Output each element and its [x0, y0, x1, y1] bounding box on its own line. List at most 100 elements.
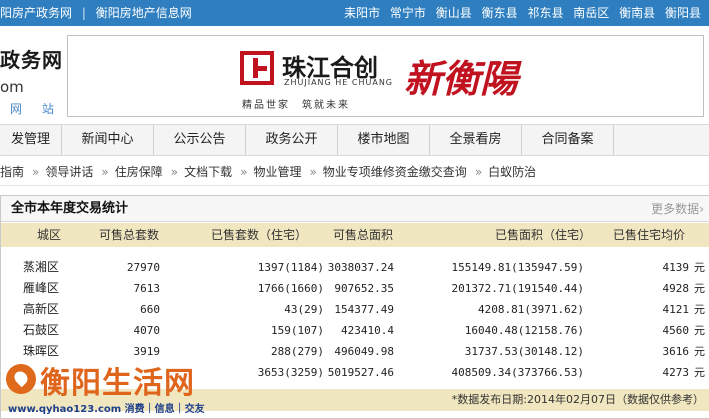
sub-link-maintenance-fund[interactable]: 物业专项维修资金缴交查询 — [323, 165, 467, 179]
nav-item-contract-filing[interactable]: 合同备案 — [522, 125, 614, 155]
county-link[interactable]: 衡山县 — [436, 6, 472, 20]
location-pin-icon — [6, 364, 36, 394]
table-row: 石鼓区 4070 159(107) 423410.4 16040.48(1215… — [1, 320, 709, 341]
cell-available-area: 907652.35 — [334, 282, 394, 295]
sub-links: 指南 » 领导讲话 » 住房保障 » 文档下载 » 物业管理 » 物业专项维修资金缴交查询 » 白蚁防治 — [0, 158, 709, 186]
cell-sold-area: 155149.81(135947.59) — [451, 261, 584, 274]
county-link[interactable]: 耒阳市 — [344, 6, 380, 20]
nav-item-gov-affairs[interactable]: 政务公开 — [246, 125, 338, 155]
cell-district: 雁峰区 — [23, 281, 60, 295]
watermark-name: 衡阳生活网 — [40, 366, 195, 401]
cell-district: 高新区 — [23, 302, 60, 316]
cell-available-area: 423410.4 — [341, 324, 394, 337]
col-sold-area: 已售面积（住宅） — [495, 228, 592, 242]
brand-logo-icon — [240, 51, 274, 85]
cell-sold-area: 201372.71(191540.44) — [451, 282, 584, 295]
nav-item-panorama[interactable]: 全景看房 — [430, 125, 522, 155]
cell-sold-units: 43(29) — [284, 303, 324, 316]
banner-slogan: 精品世家 筑就未来 — [242, 100, 350, 111]
county-link[interactable]: 祁东县 — [527, 6, 563, 20]
cell-sold-units: 1766(1660) — [257, 282, 324, 295]
banner-brand-pinyin: ZHUJIANG HE CHUANG — [284, 78, 393, 87]
county-link[interactable]: 衡阳县 — [665, 6, 701, 20]
cell-sold-units: 159(107) — [271, 324, 324, 337]
site-logo-tag: 网站 — [10, 102, 75, 116]
cell-available-units: 4070 — [133, 324, 161, 337]
sub-link-guide[interactable]: 指南 — [0, 165, 24, 179]
site-watermark: 衡阳生活网 www.qyhao123.com 消费｜信息｜交友 — [0, 348, 205, 419]
stats-title: 全市本年度交易统计 — [11, 201, 129, 216]
sub-arrow: » — [32, 165, 40, 179]
top-link-info[interactable]: 衡阳房地产信息网 — [96, 6, 192, 20]
top-link-gov[interactable]: 阳房产政务网 — [0, 6, 72, 20]
county-link[interactable]: 南岳区 — [573, 6, 609, 20]
site-logo[interactable]: 政务网 — [0, 44, 63, 73]
sub-arrow: » — [474, 165, 483, 179]
cell-unit: 元 — [694, 366, 705, 379]
cell-available-area: 154377.49 — [334, 303, 394, 316]
cell-available-area: 496049.98 — [334, 345, 394, 358]
more-data-label: 更多数据 — [651, 202, 700, 216]
nav-item-market-map[interactable]: 楼市地图 — [338, 125, 430, 155]
cell-unit: 元 — [694, 324, 705, 337]
col-district: 城区 — [37, 228, 62, 242]
cell-unit: 元 — [694, 303, 705, 316]
cell-avg-price: 3616 — [662, 345, 690, 358]
table-row: 高新区 660 43(29) 154377.49 4208.81(3971.62… — [1, 299, 709, 320]
cell-available-area: 3038037.24 — [327, 261, 394, 274]
sub-link-speeches[interactable]: 领导讲话 — [45, 165, 93, 179]
cell-district: 石鼓区 — [23, 323, 60, 337]
site-header: 政务网 om 网站 珠江合创 ZHUJIANG HE CHUANG 精品世家 筑… — [0, 26, 709, 124]
county-link[interactable]: 常宁市 — [390, 6, 426, 20]
banner-calligraphy: 新衡陽 — [404, 56, 519, 101]
sub-link-housing[interactable]: 住房保障 — [115, 165, 163, 179]
cell-available-units: 7613 — [133, 282, 161, 295]
col-avg-price: 已售住宅均价 — [613, 228, 686, 242]
cell-unit: 元 — [694, 282, 705, 295]
chevron-right-icon: › — [699, 202, 704, 216]
county-link[interactable]: 衡东县 — [482, 6, 518, 20]
top-links: 阳房产政务网 | 衡阳房地产信息网 — [0, 0, 198, 26]
cell-district: 蒸湘区 — [23, 260, 60, 274]
sub-link-downloads[interactable]: 文档下载 — [184, 165, 232, 179]
cell-sold-area: 16040.48(12158.76) — [464, 324, 584, 337]
table-row: 雁峰区 7613 1766(1660) 907652.35 201372.71(… — [1, 278, 709, 299]
watermark-url: www.qyhao123.com 消费｜信息｜交友 — [8, 404, 205, 415]
sub-link-termite[interactable]: 白蚁防治 — [488, 165, 536, 179]
ad-banner[interactable]: 珠江合创 ZHUJIANG HE CHUANG 精品世家 筑就未来 新衡陽 — [67, 35, 704, 117]
cell-sold-area: 4208.81(3971.62) — [478, 303, 584, 316]
table-row: 蒸湘区 27970 1397(1184) 3038037.24 155149.8… — [1, 257, 709, 278]
col-available-units: 可售总套数 — [99, 228, 160, 242]
cell-sold-units: 3653(3259) — [257, 366, 324, 379]
stats-panel-header: 全市本年度交易统计 更多数据› — [1, 196, 709, 222]
cell-avg-price: 4121 — [662, 303, 690, 316]
cell-avg-price: 4139 — [662, 261, 690, 274]
cell-avg-price: 4928 — [662, 282, 690, 295]
county-links: 耒阳市 常宁市 衡山县 衡东县 祁东县 南岳区 衡南县 衡阳县 — [338, 0, 701, 26]
nav-item-development[interactable]: 发管理 — [0, 125, 62, 155]
top-bar: 阳房产政务网 | 衡阳房地产信息网 耒阳市 常宁市 衡山县 衡东县 祁东县 南岳… — [0, 0, 709, 26]
table-header: 城区 可售总套数 已售套数（住宅） 可售总面积 已售面积（住宅） 已售住宅均价 — [1, 223, 709, 247]
main-nav: 发管理 新闻中心 公示公告 政务公开 楼市地图 全景看房 合同备案 — [0, 124, 709, 156]
cell-available-units: 660 — [140, 303, 160, 316]
cell-sold-units: 1397(1184) — [257, 261, 324, 274]
nav-item-news[interactable]: 新闻中心 — [62, 125, 154, 155]
nav-item-announcements[interactable]: 公示公告 — [154, 125, 246, 155]
cell-sold-area: 408509.34(373766.53) — [451, 366, 584, 379]
sub-arrow: » — [170, 165, 179, 179]
cell-available-units: 27970 — [126, 261, 160, 274]
county-link[interactable]: 衡南县 — [619, 6, 655, 20]
more-data-link[interactable]: 更多数据› — [651, 196, 704, 222]
sub-link-property[interactable]: 物业管理 — [253, 165, 301, 179]
cell-sold-units: 288(279) — [271, 345, 324, 358]
col-available-area: 可售总面积 — [333, 228, 394, 242]
col-sold-units: 已售套数（住宅） — [211, 228, 308, 242]
top-separator: | — [81, 6, 86, 20]
sub-arrow: » — [240, 165, 248, 179]
cell-sold-area: 31737.53(30148.12) — [464, 345, 584, 358]
sub-arrow: » — [101, 165, 109, 179]
site-logo-domain: om — [0, 78, 24, 96]
cell-available-area: 5019527.46 — [327, 366, 394, 379]
cell-avg-price: 4273 — [662, 366, 690, 379]
cell-unit: 元 — [694, 261, 705, 274]
